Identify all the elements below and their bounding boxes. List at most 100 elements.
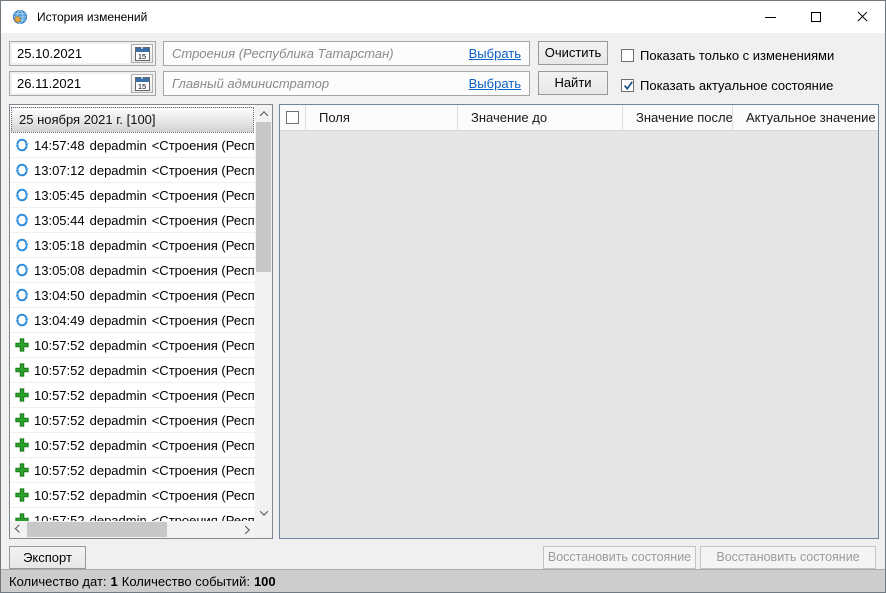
event-user: depadmin <box>90 363 147 378</box>
event-user: depadmin <box>90 313 147 328</box>
event-time: 10:57:52 <box>34 488 85 503</box>
event-user: depadmin <box>90 413 147 428</box>
event-user: depadmin <box>90 513 147 522</box>
restore-state-after-button[interactable]: Восстановить состояние после <box>700 546 876 569</box>
checkbox-actual-state-label: Показать актуальное состояние <box>640 78 833 93</box>
restore-state-before-button[interactable]: Восстановить состояние до <box>543 546 696 569</box>
date-from-input[interactable] <box>12 44 130 63</box>
event-type-icon <box>14 237 30 253</box>
event-object: <Строения (Республика Татарстан) <box>152 313 255 328</box>
events-vertical-scrollbar[interactable] <box>255 105 272 521</box>
event-list-item[interactable]: 14:57:48 depadmin <Строения (Республика … <box>10 133 255 158</box>
event-time: 10:57:52 <box>34 388 85 403</box>
date-group-header[interactable]: 25 ноября 2021 г. [100] <box>11 107 254 133</box>
event-object: <Строения (Республика Татарстан) <box>152 263 255 278</box>
event-type-icon <box>14 337 30 353</box>
event-list-item[interactable]: 13:07:12 depadmin <Строения (Республика … <box>10 158 255 183</box>
date-to-input[interactable] <box>12 74 130 93</box>
globe-icon <box>12 9 28 25</box>
layer-value: Строения (Республика Татарстан) <box>172 46 461 61</box>
date-to-field: 15 <box>9 71 156 96</box>
event-time: 10:57:52 <box>34 363 85 378</box>
checkbox-changes-only-label: Показать только с изменениями <box>640 48 834 63</box>
checkbox-unchecked-icon <box>621 49 634 62</box>
history-of-changes-window: История изменений 15 15 Строения (Респуб… <box>0 0 886 593</box>
event-type-icon <box>14 262 30 278</box>
select-all-checkbox-cell[interactable] <box>280 105 306 130</box>
event-list-item[interactable]: 10:57:52 depadmin <Строения (Республика … <box>10 433 255 458</box>
event-user: depadmin <box>90 188 147 203</box>
minimize-button[interactable] <box>747 1 793 33</box>
event-user: depadmin <box>90 263 147 278</box>
event-user: depadmin <box>90 163 147 178</box>
event-user: depadmin <box>90 438 147 453</box>
date-from-picker-button[interactable]: 15 <box>131 44 153 63</box>
export-button[interactable]: Экспорт <box>9 546 86 569</box>
scroll-right-arrow-icon[interactable] <box>238 521 255 538</box>
events-count-label: Количество событий: <box>122 574 250 589</box>
column-header-value-after[interactable]: Значение после <box>623 105 733 130</box>
checkbox-actual-state[interactable]: Показать актуальное состояние <box>621 77 833 93</box>
scrollbar-corner <box>255 521 272 538</box>
clear-button[interactable]: Очистить <box>538 41 608 65</box>
date-from-field: 15 <box>9 41 156 66</box>
minimize-icon <box>765 17 776 18</box>
close-button[interactable] <box>839 1 885 33</box>
dates-count-label: Количество дат: <box>9 574 107 589</box>
checkbox-checked-icon <box>621 79 634 92</box>
column-header-actual-value[interactable]: Актуальное значение <box>733 105 878 130</box>
user-value: Главный администратор <box>172 76 461 91</box>
event-object: <Строения (Республика Татарстан) <box>152 163 255 178</box>
event-list-item[interactable]: 10:57:52 depadmin <Строения (Республика … <box>10 483 255 508</box>
event-type-icon <box>14 187 30 203</box>
layer-select-link[interactable]: Выбрать <box>469 46 521 61</box>
event-object: <Строения (Республика Татарстан) <box>152 188 255 203</box>
vertical-scrollbar-thumb[interactable] <box>256 122 271 272</box>
calendar-icon: 15 <box>135 77 150 91</box>
event-list-item[interactable]: 13:05:45 depadmin <Строения (Республика … <box>10 183 255 208</box>
event-list-item[interactable]: 10:57:52 depadmin <Строения (Республика … <box>10 358 255 383</box>
scroll-left-arrow-icon[interactable] <box>10 521 27 538</box>
event-list-item[interactable]: 13:05:18 depadmin <Строения (Республика … <box>10 233 255 258</box>
event-list-item[interactable]: 10:57:52 depadmin <Строения (Республика … <box>10 508 255 521</box>
event-object: <Строения (Республика Татарстан) <box>152 438 255 453</box>
event-time: 10:57:52 <box>34 463 85 478</box>
user-field: Главный администратор Выбрать <box>163 71 530 96</box>
table-header-row: Поля Значение до Значение после Актуальн… <box>280 105 878 131</box>
event-time: 10:57:52 <box>34 413 85 428</box>
event-list-item[interactable]: 10:57:52 depadmin <Строения (Республика … <box>10 408 255 433</box>
event-time: 10:57:52 <box>34 438 85 453</box>
event-list-item[interactable]: 13:04:49 depadmin <Строения (Республика … <box>10 308 255 333</box>
event-object: <Строения (Республика Татарстан) <box>152 513 255 522</box>
event-list-item[interactable]: 10:57:52 depadmin <Строения (Республика … <box>10 333 255 358</box>
event-list-item[interactable]: 13:05:44 depadmin <Строения (Республика … <box>10 208 255 233</box>
event-list-item[interactable]: 13:05:08 depadmin <Строения (Республика … <box>10 258 255 283</box>
column-header-fields[interactable]: Поля <box>306 105 458 130</box>
event-object: <Строения (Республика Татарстан) <box>152 288 255 303</box>
titlebar: История изменений <box>1 1 885 33</box>
event-object: <Строения (Республика Татарстан) <box>152 338 255 353</box>
events-list-panel: 25 ноября 2021 г. [100] <box>9 104 273 539</box>
date-to-picker-button[interactable]: 15 <box>131 74 153 93</box>
event-type-icon <box>14 512 30 521</box>
events-horizontal-scrollbar[interactable] <box>10 521 255 538</box>
event-list-item[interactable]: 10:57:52 depadmin <Строения (Республика … <box>10 383 255 408</box>
event-type-icon <box>14 312 30 328</box>
column-header-value-before[interactable]: Значение до <box>458 105 623 130</box>
checkbox-changes-only[interactable]: Показать только с изменениями <box>621 47 834 63</box>
user-select-link[interactable]: Выбрать <box>469 76 521 91</box>
event-list-item[interactable]: 13:04:50 depadmin <Строения (Республика … <box>10 283 255 308</box>
event-user: depadmin <box>90 213 147 228</box>
find-button[interactable]: Найти <box>538 71 608 95</box>
maximize-icon <box>811 12 821 22</box>
event-object: <Строения (Республика Татарстан) <box>152 413 255 428</box>
horizontal-scrollbar-thumb[interactable] <box>27 522 167 537</box>
event-type-icon <box>14 462 30 478</box>
event-user: depadmin <box>90 463 147 478</box>
event-list-item[interactable]: 10:57:52 depadmin <Строения (Республика … <box>10 458 255 483</box>
scroll-down-arrow-icon[interactable] <box>255 504 272 521</box>
maximize-button[interactable] <box>793 1 839 33</box>
scroll-up-arrow-icon[interactable] <box>255 105 272 122</box>
calendar-icon: 15 <box>135 47 150 61</box>
event-user: depadmin <box>90 138 147 153</box>
